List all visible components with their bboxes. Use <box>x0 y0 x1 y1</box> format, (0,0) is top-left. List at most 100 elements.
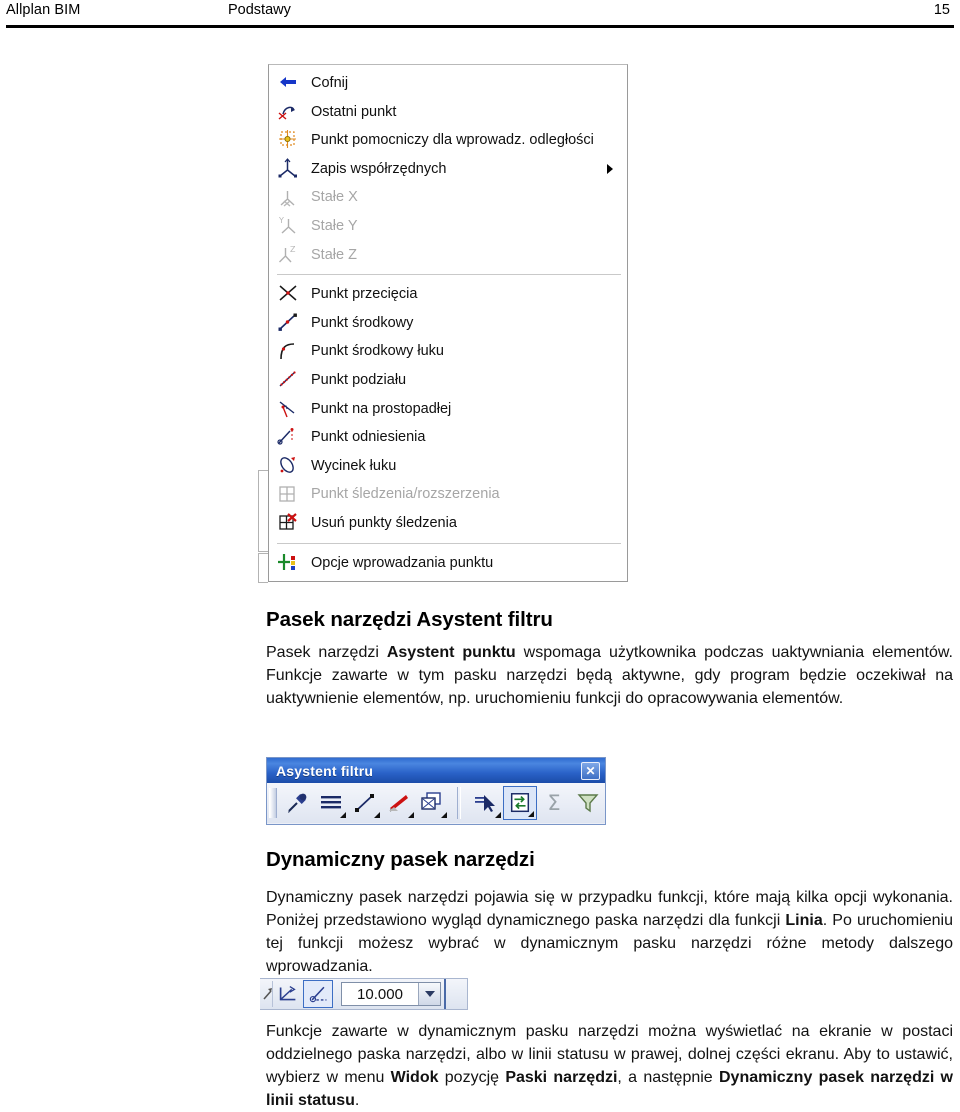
menu-item-punkt-pomocniczy-dla-wprowadz-odległości[interactable]: Punkt pomocniczy dla wprowadz. odległośc… <box>269 126 627 155</box>
background-window-edge <box>258 470 268 552</box>
menu-item-punkt-odniesienia[interactable]: Punkt odniesienia <box>269 423 627 452</box>
point-input-options-icon <box>277 552 301 574</box>
dropdown-tick-icon[interactable] <box>407 812 414 818</box>
sum-sigma-icon: Σ <box>537 786 571 820</box>
menu-item-opcje-wprowadzania-punktu[interactable]: Opcje wprowadzania punktu <box>269 549 627 578</box>
text-run: pozycję <box>438 1069 506 1086</box>
chevron-right-icon[interactable] <box>607 164 613 175</box>
arc-midpoint-icon <box>277 341 301 363</box>
svg-text:Z: Z <box>290 245 296 254</box>
menu-item-label: Punkt przecięcia <box>311 286 418 303</box>
toolbar-title: Asystent filtru <box>276 762 374 779</box>
toolbar-button-row: Σ <box>267 783 605 823</box>
menu-item-punkt-śledzenia-rozszerzenia: Punkt śledzenia/rozszerzenia <box>269 480 627 509</box>
menu-item-zapis-współrzędnych[interactable]: Zapis współrzędnych <box>269 155 627 184</box>
dropdown-tick-icon[interactable] <box>373 812 380 818</box>
menu-item-label: Wycinek łuku <box>311 457 397 474</box>
menu-item-label: Zapis współrzędnych <box>311 160 447 177</box>
intersection-point-icon <box>277 283 301 305</box>
dynamic-toolbar[interactable]: 10.000 <box>260 978 468 1010</box>
toolbar-drag-handle[interactable] <box>269 788 277 818</box>
paragraph-dynamic-toolbar: Dynamiczny pasek narzędzi pojawia się w … <box>266 886 953 978</box>
menu-item-punkt-środkowy[interactable]: Punkt środkowy <box>269 309 627 338</box>
dropdown-tick-icon[interactable] <box>528 811 535 817</box>
menu-item-label: Usuń punkty śledzenia <box>311 514 457 531</box>
paragraph-filter-toolbar: Pasek narzędzi Asystent punktu wspomaga … <box>266 641 953 710</box>
line-endpoint-icon[interactable] <box>348 786 382 820</box>
header-chapter-title: Podstawy <box>228 2 291 18</box>
menu-item-cofnij[interactable]: Cofnij <box>269 69 627 98</box>
page-header: Allplan BIM Podstawy 15 <box>0 0 960 30</box>
angle-icon[interactable] <box>273 980 303 1008</box>
menu-item-label: Stałe Z <box>311 246 357 263</box>
menu-item-punkt-podziału[interactable]: Punkt podziału <box>269 366 627 395</box>
page-number: 15 <box>933 2 950 18</box>
reference-point-icon <box>277 426 301 448</box>
menu-item-label: Punkt środkowy <box>311 314 414 331</box>
menu-item-label: Cofnij <box>311 75 349 92</box>
menu-item-wycinek-łuku[interactable]: Wycinek łuku <box>269 452 627 481</box>
perpendicular-point-icon <box>277 398 301 420</box>
menu-item-punkt-na-prostopadłej[interactable]: Punkt na prostopadłej <box>269 395 627 424</box>
fixed-y-icon: Y <box>277 215 301 237</box>
menu-item-stałe-y: Y Stałe Y <box>269 212 627 241</box>
menu-item-label: Punkt odniesienia <box>311 429 426 446</box>
line-angle-icon[interactable] <box>303 980 333 1008</box>
menu-item-label: Punkt środkowy łuku <box>311 343 444 360</box>
filter-funnel-icon[interactable] <box>571 786 605 820</box>
copy-object-icon[interactable] <box>416 786 450 820</box>
arc-segment-icon <box>277 455 301 477</box>
length-combobox[interactable]: 10.000 <box>341 982 441 1006</box>
pipette-icon[interactable] <box>280 786 314 820</box>
menu-item-ostatni-punkt[interactable]: Ostatni punkt <box>269 98 627 127</box>
dropdown-tick-icon[interactable] <box>339 812 346 818</box>
menu-item-label: Punkt na prostopadłej <box>311 400 452 417</box>
toolbar-divider <box>457 787 462 819</box>
fixed-x-icon <box>277 187 301 209</box>
exchange-icon[interactable] <box>503 786 538 820</box>
menu-separator <box>277 542 621 544</box>
svg-text:Σ: Σ <box>548 791 561 815</box>
toolbar-titlebar[interactable]: Asystent filtru ✕ <box>267 758 605 783</box>
close-icon[interactable]: ✕ <box>581 762 600 780</box>
text-run: . <box>354 1092 360 1109</box>
text-run: Pasek narzędzi <box>266 644 387 661</box>
paragraph-final: Funkcje zawarte w dynamicznym pasku narz… <box>266 1020 953 1112</box>
menu-item-punkt-środkowy-łuku[interactable]: Punkt środkowy łuku <box>269 337 627 366</box>
toolbar-end-bar <box>444 979 446 1009</box>
menu-item-usuń-punkty-śledzenia[interactable]: Usuń punkty śledzenia <box>269 509 627 538</box>
division-point-icon <box>277 369 301 391</box>
punkt-context-menu[interactable]: Cofnij Ostatni punkt Punkt pomocniczy dla … <box>268 64 628 583</box>
auxiliary-point-icon <box>277 129 301 151</box>
background-window-edge <box>258 553 268 583</box>
svg-text:Y: Y <box>278 216 284 225</box>
menu-item-punkt-przecięcia[interactable]: Punkt przecięcia <box>269 280 627 309</box>
text-bold-paski-narzedzi: Paski narzędzi <box>505 1069 618 1086</box>
red-pen-icon[interactable] <box>382 786 416 820</box>
menu-item-label: Punkt śledzenia/rozszerzenia <box>311 486 500 503</box>
dropdown-tick-icon[interactable] <box>441 812 448 818</box>
text-bold-asystent-punktu: Asystent punktu <box>386 644 516 661</box>
section-title-dynamic-toolbar: Dynamiczny pasek narzędzi <box>266 848 535 871</box>
menu-item-label: Opcje wprowadzania punktu <box>311 554 494 571</box>
line-styles-icon[interactable] <box>314 786 348 820</box>
menu-item-label: Ostatni punkt <box>311 103 397 120</box>
section-title-filter-toolbar: Pasek narzędzi Asystent filtru <box>266 608 553 631</box>
menu-item-stałe-z: Z Stałe Z <box>269 241 627 270</box>
select-cursor-icon[interactable] <box>469 786 503 820</box>
midpoint-icon <box>277 312 301 334</box>
delete-tracking-points-icon <box>277 512 301 534</box>
asystent-filtru-toolbar[interactable]: Asystent filtru ✕ Σ <box>266 757 606 825</box>
toolbar-clipped-button[interactable] <box>260 981 273 1007</box>
tracking-point-icon <box>277 484 301 506</box>
length-value[interactable]: 10.000 <box>342 986 418 1003</box>
menu-item-label: Punkt pomocniczy dla wprowadz. odległośc… <box>311 132 594 149</box>
last-point-icon <box>277 101 301 123</box>
text-bold-widok: Widok <box>390 1069 439 1086</box>
chevron-down-icon[interactable] <box>418 983 440 1005</box>
coordinate-axes-icon <box>277 158 301 180</box>
header-document-title: Allplan BIM <box>6 2 81 18</box>
dropdown-tick-icon[interactable] <box>495 812 502 818</box>
fixed-z-icon: Z <box>277 244 301 266</box>
header-rule <box>6 25 954 28</box>
